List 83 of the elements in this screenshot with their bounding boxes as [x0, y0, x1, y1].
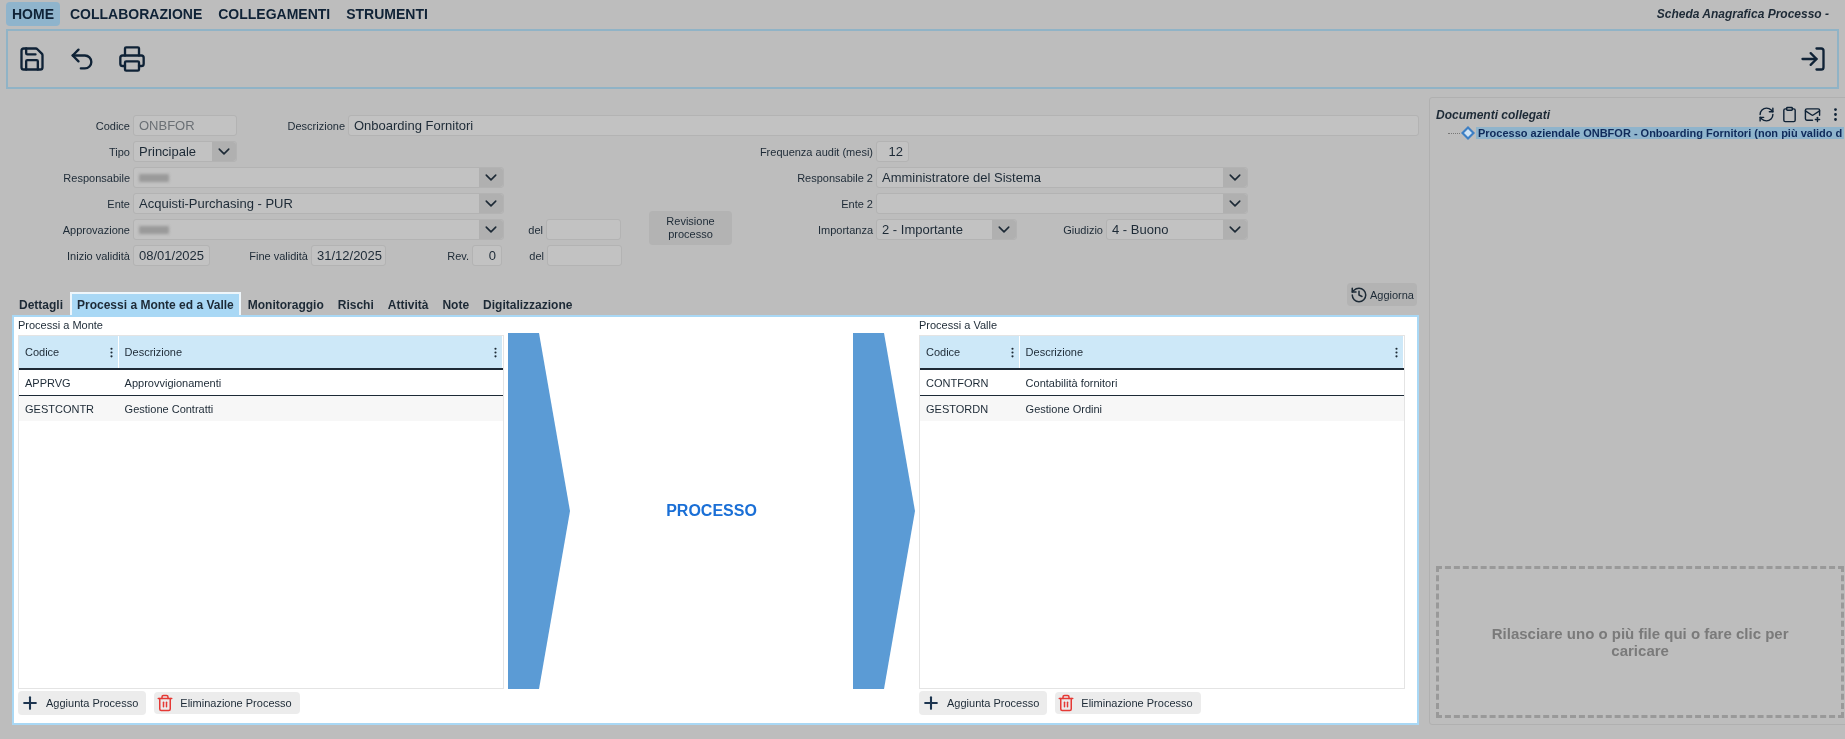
save-button[interactable]	[18, 45, 46, 73]
field-label: Responsabile 2	[796, 171, 874, 184]
field-label: Frequenza audit (mesi)	[758, 145, 874, 158]
field-label: Giudizio	[1062, 223, 1104, 236]
caret-icon	[1223, 168, 1247, 187]
caret-icon	[479, 168, 503, 187]
caret-icon	[479, 194, 503, 213]
revision-button[interactable]: Revisione processo	[649, 211, 732, 245]
dropdown-field[interactable]	[133, 219, 504, 240]
table-cell-text: GESTORDN	[925, 401, 990, 417]
field-label: Descrizione	[286, 119, 346, 132]
field-label: Ente 2	[840, 197, 874, 210]
delete-button[interactable]: Eliminazione Processo	[1055, 692, 1201, 714]
table-cell-text: APPRVG	[24, 375, 72, 391]
caret-icon	[479, 220, 503, 239]
mail-plus-icon[interactable]	[1804, 106, 1822, 123]
panel-title: Documenti collegati	[1436, 107, 1551, 122]
input-field[interactable]: 12	[876, 141, 909, 162]
caret-icon	[992, 220, 1016, 239]
tab[interactable]: Dettagli	[12, 292, 70, 315]
field-label: Codice	[94, 119, 131, 132]
refresh-icon[interactable]	[1758, 106, 1776, 123]
tree-item[interactable]: Processo aziendale ONBFOR - Onboarding Fornitori (non più valido d	[1476, 127, 1845, 139]
menu-tab[interactable]: COLLEGAMENTI	[212, 2, 337, 26]
input-field[interactable]: 08/01/2025	[133, 245, 210, 266]
field-label: Inizio validità	[66, 249, 131, 262]
field-label: Rev.	[446, 249, 470, 262]
table-cell-text: GESTCONTR	[24, 401, 96, 417]
table-cell-text: Gestione Ordini	[1024, 401, 1104, 417]
clipboard-icon[interactable]	[1781, 106, 1799, 123]
caret-icon	[1223, 194, 1247, 213]
plus-icon	[921, 693, 941, 713]
dropdown-field[interactable]: 2 - Importante	[876, 219, 1017, 240]
column-header[interactable]: Codice	[19, 336, 119, 368]
plus-icon	[20, 693, 40, 713]
menu-tab[interactable]: STRUMENTI	[340, 2, 434, 26]
dropdown-field[interactable]	[133, 167, 504, 188]
caret-icon	[1223, 220, 1247, 239]
dropdown-field[interactable]: Amministratore del Sistema	[876, 167, 1248, 188]
add-button[interactable]: Aggiunta Processo	[18, 691, 147, 715]
document-icon	[1460, 125, 1476, 141]
tab[interactable]: Attività	[380, 292, 436, 315]
menu-tab[interactable]: HOME	[6, 2, 60, 26]
history-icon	[1349, 285, 1368, 304]
table-cell-text: CONTFORN	[925, 375, 990, 391]
exit-button[interactable]	[1799, 45, 1827, 73]
table-cell-text: Gestione Contratti	[123, 401, 215, 417]
tab[interactable]: Monitoraggio	[240, 292, 331, 315]
dropdown-field[interactable]	[876, 193, 1248, 214]
section-title: Processi a Monte	[18, 319, 104, 333]
field-label: Fine validità	[248, 249, 309, 262]
input-field[interactable]: 31/12/2025	[311, 245, 386, 266]
tab[interactable]: Digitalizzazione	[476, 292, 580, 315]
trash-icon	[1057, 694, 1076, 712]
field-label: Responsabile	[62, 171, 131, 184]
field-label: Ente	[106, 197, 131, 210]
column-header[interactable]: Descrizione	[118, 336, 503, 368]
page-title: Scheda Anagrafica Processo -	[1656, 7, 1830, 21]
table-cell-text: Contabilità fornitori	[1024, 375, 1119, 391]
field-label: del	[527, 223, 544, 236]
menu-tab[interactable]: COLLABORAZIONE	[64, 2, 209, 26]
print-button[interactable]	[118, 45, 146, 73]
input-field[interactable]: 0	[472, 245, 502, 266]
delete-button[interactable]: Eliminazione Processo	[154, 692, 300, 714]
column-header[interactable]: Descrizione	[1019, 336, 1404, 368]
refresh-button[interactable]: Aggiorna	[1346, 283, 1417, 306]
tab[interactable]: Processi a Monte ed a Valle	[70, 292, 241, 315]
column-header[interactable]: Codice	[920, 336, 1020, 368]
field-label: del	[528, 249, 545, 262]
add-button[interactable]: Aggiunta Processo	[919, 691, 1048, 715]
dropdown-field[interactable]: Principale	[133, 141, 237, 162]
trash-icon	[156, 694, 175, 712]
caret-icon	[212, 142, 236, 161]
tab[interactable]: Note	[435, 292, 477, 315]
dropdown-field[interactable]: 4 - Buono	[1106, 219, 1248, 240]
table-cell-text: Approvvigionamenti	[123, 375, 223, 391]
process-label: PROCESSO	[666, 502, 757, 520]
field-label: Tipo	[108, 145, 131, 158]
dropdown-field[interactable]: Acquisti-Purchasing - PUR	[133, 193, 504, 214]
tab[interactable]: Rischi	[330, 292, 381, 315]
input-field[interactable]: Onboarding Fornitori	[348, 115, 1419, 136]
field-label: Approvazione	[61, 223, 131, 236]
section-title: Processi a Valle	[919, 319, 999, 333]
